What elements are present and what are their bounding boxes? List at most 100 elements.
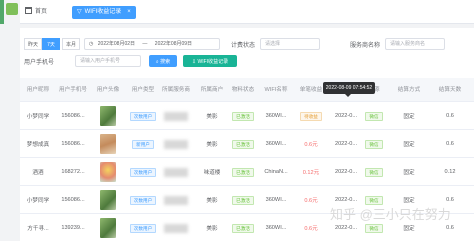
cell-phone: 156086... (61, 197, 85, 203)
cell-amount: 待收益 (296, 102, 326, 130)
merchant-name-input[interactable]: 请输入服务商名 (385, 38, 445, 50)
search-button[interactable]: ⌕ 搜索 (149, 55, 177, 67)
avatar (100, 218, 116, 238)
cell-shop: 味道楼 (203, 170, 221, 176)
cell-wifi: 360WI... (265, 197, 287, 203)
cell-user-type: 次数用户 (128, 158, 158, 186)
blurred-provider (164, 195, 188, 205)
cell-time[interactable]: 2022-0... (330, 130, 362, 158)
cell-provider (160, 130, 192, 158)
header-amount: 单笔收益 (299, 86, 323, 93)
cell-nickname: 梦想成真 (26, 142, 50, 148)
watermark: 知乎 @三小只在努力 (330, 207, 451, 222)
user-type-tag: 次数用户 (129, 223, 157, 233)
cell-phone: 156086... (61, 141, 85, 147)
source-tag: 微信 (365, 139, 383, 149)
home-icon (25, 7, 32, 14)
material-status-tag: 已激活 (232, 139, 254, 149)
cell-amount: 0.6元 (304, 226, 318, 232)
source-tag: 微信 (365, 223, 383, 233)
cell-days: 0.12 (444, 169, 456, 175)
cell-user-type: 次数用户 (128, 214, 158, 241)
settle-status-select[interactable]: 请选择 (260, 38, 320, 50)
sidebar-strip (0, 0, 4, 24)
cell-user-type: 次数用户 (128, 102, 158, 130)
cell-shop: 美影 (206, 142, 218, 148)
blurred-provider (164, 139, 188, 149)
user-type-tag: 次数用户 (129, 167, 157, 177)
cell-avatar (92, 102, 124, 130)
cell-user-type: 新用户 (128, 130, 158, 158)
avatar (100, 106, 116, 126)
cell-amount: 0.6元 (304, 142, 318, 148)
cell-nickname: 小梦同学 (26, 198, 50, 204)
header-avatar: 用户头像 (96, 86, 120, 93)
cell-time[interactable]: 2022-0... (330, 158, 362, 186)
cell-provider (160, 214, 192, 241)
header-nickname: 用户昵称 (26, 86, 50, 93)
user-type-tag: 次数用户 (129, 111, 157, 121)
tab-home[interactable]: 首页 (20, 6, 52, 19)
cell-shop: 美影 (206, 226, 218, 232)
cell-provider (160, 158, 192, 186)
app-logo (6, 3, 18, 15)
cell-source: 微信 (364, 130, 384, 158)
cell-shop: 美影 (206, 198, 218, 204)
wifi-icon: ▽ (77, 9, 82, 15)
cell-avatar (92, 186, 124, 214)
user-type-tag: 次数用户 (129, 195, 157, 205)
close-icon[interactable]: × (127, 9, 131, 15)
cell-wifi: ChinaN... (264, 169, 288, 175)
calendar-icon: ◷ (89, 41, 94, 47)
avatar (100, 162, 116, 182)
cell-material: 已激活 (228, 158, 258, 186)
header-settle: 结算方式 (397, 86, 421, 93)
cell-avatar (92, 158, 124, 186)
cell-material: 已激活 (228, 214, 258, 241)
cell-days: 0.6 (446, 113, 454, 119)
header-phone: 用户手机号 (59, 86, 87, 93)
header-days: 结算天数 (438, 86, 462, 93)
phone-label: 用户手机号 (24, 60, 55, 66)
export-button[interactable]: ⇩ WIFI收益记录 (183, 55, 237, 67)
cell-source: 微信 (364, 102, 384, 130)
cell-settle: 固定 (403, 142, 415, 148)
settle-status-label: 计费状态 (231, 43, 256, 49)
quick-month-button[interactable]: 本月 (62, 38, 80, 50)
cell-avatar (92, 214, 124, 241)
cell-provider (160, 186, 192, 214)
tab-wifi-records[interactable]: ▽ WIFI收益记录 × (72, 6, 136, 19)
cell-source: 微信 (364, 158, 384, 186)
cell-material: 已激活 (228, 186, 258, 214)
date-range-picker[interactable]: ◷ 2022年08月02日 — 2022年08月09日 (84, 38, 220, 50)
source-tag: 微信 (365, 111, 383, 121)
quick-yesterday-button[interactable]: 昨天 (24, 38, 42, 50)
header-material: 物料状态 (231, 86, 255, 93)
header-provider: 所属服务商 (162, 86, 190, 93)
cell-time[interactable]: 2022-0... (330, 102, 362, 130)
header-shop: 所属商户 (200, 86, 224, 93)
cell-settle: 固定 (403, 114, 415, 120)
avatar (100, 190, 116, 210)
blurred-provider (164, 223, 188, 233)
cell-days: 0.6 (446, 141, 454, 147)
cell-provider (160, 102, 192, 130)
quick-7days-button[interactable]: 7天 (42, 38, 60, 50)
source-tag: 微信 (365, 167, 383, 177)
user-type-tag: 新用户 (132, 139, 154, 149)
phone-input[interactable]: 请输入用户手机号 (75, 55, 141, 67)
time-tooltip: 2022-08-09 07:54:52 (323, 82, 375, 97)
cell-amount: 0.12元 (302, 170, 320, 176)
cell-wifi: 360WI... (265, 225, 287, 231)
cell-amount: 0.6元 (304, 198, 318, 204)
merchant-name-label: 服务商名称 (350, 43, 381, 49)
material-status-tag: 已激活 (232, 195, 254, 205)
cell-user-type: 次数用户 (128, 186, 158, 214)
cell-nickname: 方千寻... (27, 226, 49, 232)
header-wifi: WIFI名称 (264, 86, 288, 93)
header-user-type: 用户类型 (131, 86, 155, 93)
cell-settle: 固定 (403, 170, 415, 176)
cell-phone: 168272... (61, 169, 85, 175)
amount-tag: 待收益 (300, 111, 322, 121)
cell-phone: 139239... (61, 225, 85, 231)
